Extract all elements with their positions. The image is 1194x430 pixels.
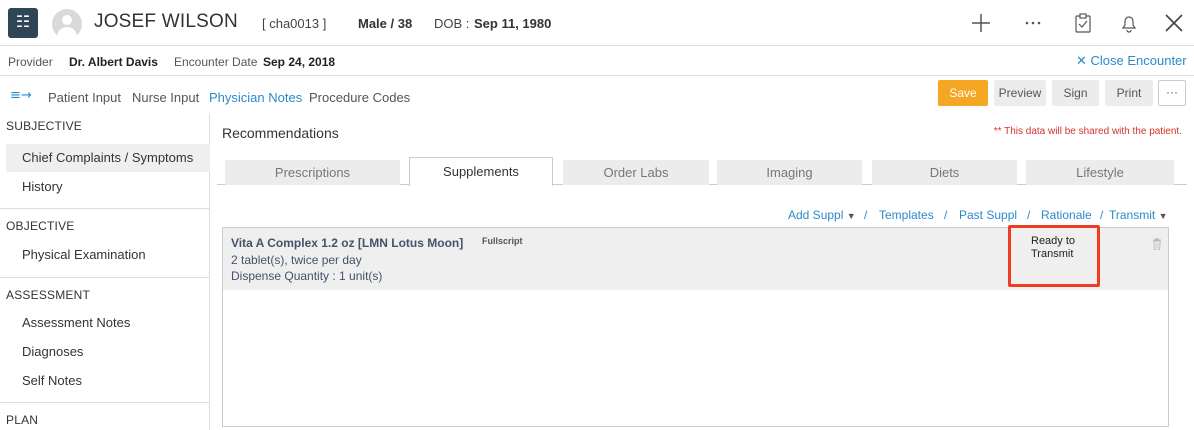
tab-physician-notes[interactable]: Physician Notes: [209, 90, 302, 105]
sidebar-item-chief-complaints[interactable]: Chief Complaints / Symptoms: [6, 144, 210, 172]
action-separator: /: [1027, 208, 1031, 222]
encounter-bar: Provider Dr. Albert Davis Encounter Date…: [0, 46, 1194, 76]
tab-lifestyle[interactable]: Lifestyle: [1026, 160, 1174, 185]
divider: [0, 402, 210, 403]
tab-diets[interactable]: Diets: [872, 160, 1017, 185]
print-button[interactable]: Print: [1105, 80, 1153, 106]
add-supplement-button[interactable]: Add Suppl ▼: [788, 208, 856, 222]
tab-nurse-input[interactable]: Nurse Input: [132, 90, 199, 105]
close-icon[interactable]: [1159, 8, 1189, 38]
encounter-date-label: Encounter Date: [174, 55, 258, 69]
trash-icon[interactable]: [1152, 238, 1162, 250]
sign-button[interactable]: Sign: [1052, 80, 1099, 106]
recommendation-tabs: Prescriptions Supplements Order Labs Ima…: [217, 157, 1187, 186]
clipboard-icon[interactable]: [1068, 8, 1098, 38]
tab-supplements[interactable]: Supplements: [409, 157, 553, 186]
caret-down-icon: ▼: [1158, 211, 1168, 221]
provider-label: Provider: [8, 55, 53, 69]
templates-link[interactable]: Templates: [879, 208, 934, 222]
recommendations-panel: Recommendations ** This data will be sha…: [211, 113, 1194, 430]
supplement-list: Vita A Complex 1.2 oz [LMN Lotus Moon] F…: [222, 225, 1169, 427]
tab-prescriptions[interactable]: Prescriptions: [225, 160, 400, 185]
patient-name: JOSEF WILSON: [94, 11, 238, 32]
patient-dob: Sep 11, 1980: [474, 16, 552, 31]
dob-label: DOB :: [434, 16, 470, 31]
supplement-vendor: Fullscript: [482, 236, 523, 246]
more-options-button[interactable]: ···: [1158, 80, 1186, 106]
supplement-quantity: Dispense Quantity : 1 unit(s): [231, 269, 383, 283]
divider: [0, 208, 210, 209]
share-notice: ** This data will be shared with the pat…: [993, 126, 1182, 137]
close-encounter-button[interactable]: ✕ Close Encounter: [1076, 53, 1187, 69]
divider: [0, 277, 210, 278]
bell-icon[interactable]: [1114, 8, 1144, 38]
action-separator: /: [1100, 208, 1104, 222]
sidebar-item-diagnoses[interactable]: Diagnoses: [6, 338, 210, 366]
section-plan: PLAN: [6, 413, 39, 427]
plus-icon[interactable]: [966, 8, 996, 38]
section-subjective: SUBJECTIVE: [6, 119, 83, 133]
action-separator: /: [944, 208, 948, 222]
section-objective: OBJECTIVE: [6, 219, 75, 233]
encounter-date: Sep 24, 2018: [263, 55, 336, 69]
patient-id: [ cha0013 ]: [262, 16, 327, 31]
transmit-button[interactable]: Transmit ▼: [1109, 208, 1168, 222]
preview-button[interactable]: Preview: [994, 80, 1046, 106]
status-badge: Ready to Transmit: [1031, 235, 1076, 260]
past-supplements-link[interactable]: Past Suppl: [959, 208, 1017, 222]
patient-gender-age: Male / 38: [358, 16, 413, 31]
save-button[interactable]: Save: [938, 80, 988, 106]
caret-down-icon: ▼: [846, 211, 856, 221]
patient-header: ☷ JOSEF WILSON [ cha0013 ] Male / 38 DOB…: [0, 0, 1194, 46]
tab-order-labs[interactable]: Order Labs: [563, 160, 709, 185]
supplement-dose: 2 tablet(s), twice per day: [231, 253, 362, 267]
notes-tabs: ≡→ Patient Input Nurse Input Physician N…: [0, 80, 1194, 112]
menu-toggle-icon[interactable]: ≡→: [10, 88, 32, 103]
sidebar-item-self-notes[interactable]: Self Notes: [6, 367, 210, 395]
rationale-link[interactable]: Rationale: [1041, 208, 1092, 222]
add-supplement-label: Add Suppl: [788, 208, 844, 222]
user-grid-icon[interactable]: ☷: [8, 8, 38, 38]
sidebar-item-physical-examination[interactable]: Physical Examination: [6, 241, 210, 269]
tab-imaging[interactable]: Imaging: [717, 160, 862, 185]
tab-procedure-codes[interactable]: Procedure Codes: [309, 90, 410, 105]
tab-patient-input[interactable]: Patient Input: [48, 90, 121, 105]
sidebar: SUBJECTIVE Chief Complaints / Symptoms H…: [0, 113, 210, 430]
sidebar-item-history[interactable]: History: [6, 173, 210, 201]
action-separator: /: [864, 208, 868, 222]
avatar: [52, 9, 82, 39]
transmit-label: Transmit: [1109, 208, 1156, 222]
page-title: Recommendations: [222, 125, 339, 141]
section-assessment: ASSESSMENT: [6, 288, 91, 302]
sidebar-item-assessment-notes[interactable]: Assessment Notes: [6, 309, 210, 337]
ellipsis-icon[interactable]: [1018, 8, 1048, 38]
provider-name: Dr. Albert Davis: [69, 55, 158, 69]
list-item[interactable]: Vita A Complex 1.2 oz [LMN Lotus Moon] F…: [223, 225, 1168, 290]
supplement-name[interactable]: Vita A Complex 1.2 oz [LMN Lotus Moon]: [231, 236, 463, 250]
status-highlight: Ready to Transmit: [1008, 225, 1100, 287]
